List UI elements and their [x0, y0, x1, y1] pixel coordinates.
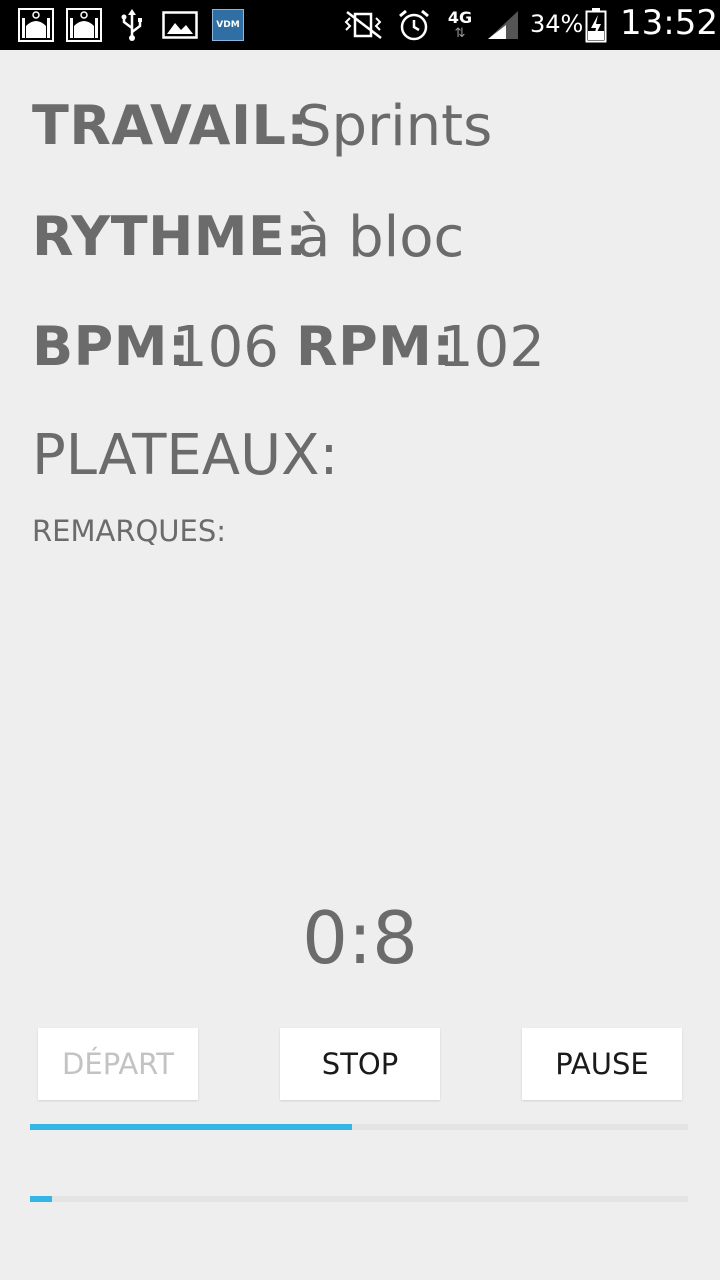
stop-button[interactable]: STOP — [280, 1028, 440, 1100]
travail-value-wrap: Sprints — [296, 94, 492, 159]
depart-button[interactable]: DÉPART — [38, 1028, 198, 1100]
clock-time: 13:52 — [620, 3, 718, 43]
bpm-value: 106 — [172, 315, 279, 380]
travail-label: TRAVAIL: — [32, 94, 309, 157]
travail-row: TRAVAIL: — [32, 94, 309, 157]
vdm-label: VDM — [216, 20, 240, 30]
plateaux-label: PLATEAUX: — [32, 423, 339, 488]
rythme-row: RYTHME: — [32, 205, 307, 268]
mosque-icon — [16, 7, 56, 43]
pause-button[interactable]: PAUSE — [522, 1028, 682, 1100]
rythme-value-wrap: à bloc — [296, 205, 464, 270]
remarques-row: REMARQUES: — [32, 514, 226, 548]
rythme-value: à bloc — [296, 205, 465, 270]
rpm-row: RPM: — [296, 315, 455, 378]
image-icon — [160, 7, 200, 43]
rythme-label: RYTHME: — [32, 205, 308, 268]
rpm-value-wrap: 102 — [438, 315, 545, 380]
rpm-value: 102 — [438, 315, 545, 380]
plateaux-row: PLATEAUX: — [32, 423, 338, 488]
vibrate-icon — [340, 7, 388, 43]
interval-progress-fill — [30, 1196, 52, 1202]
travail-value: Sprints — [296, 94, 493, 159]
alarm-icon — [396, 7, 432, 43]
network-type: 4G — [447, 8, 473, 27]
workout-progress-bar — [30, 1124, 688, 1130]
interval-progress-bar — [30, 1196, 688, 1202]
signal-icon — [484, 7, 522, 43]
status-bar: VDM 4G ⇅ 34% 13:52 — [0, 0, 720, 50]
battery-charging-icon — [584, 7, 608, 43]
rpm-label: RPM: — [296, 315, 455, 378]
bpm-label: BPM: — [32, 315, 191, 378]
mosque-icon — [64, 7, 104, 43]
network-4g-icon: 4G ⇅ — [447, 8, 473, 41]
timer-display: 0:8 — [302, 896, 418, 980]
usb-icon — [116, 7, 148, 43]
workout-progress-fill — [30, 1124, 353, 1130]
remarques-label: REMARQUES: — [32, 514, 227, 548]
bpm-row: BPM: — [32, 315, 190, 378]
battery-percent: 34% — [530, 10, 584, 38]
bpm-value-wrap: 106 — [172, 315, 279, 380]
vdm-app-icon: VDM — [212, 7, 244, 43]
